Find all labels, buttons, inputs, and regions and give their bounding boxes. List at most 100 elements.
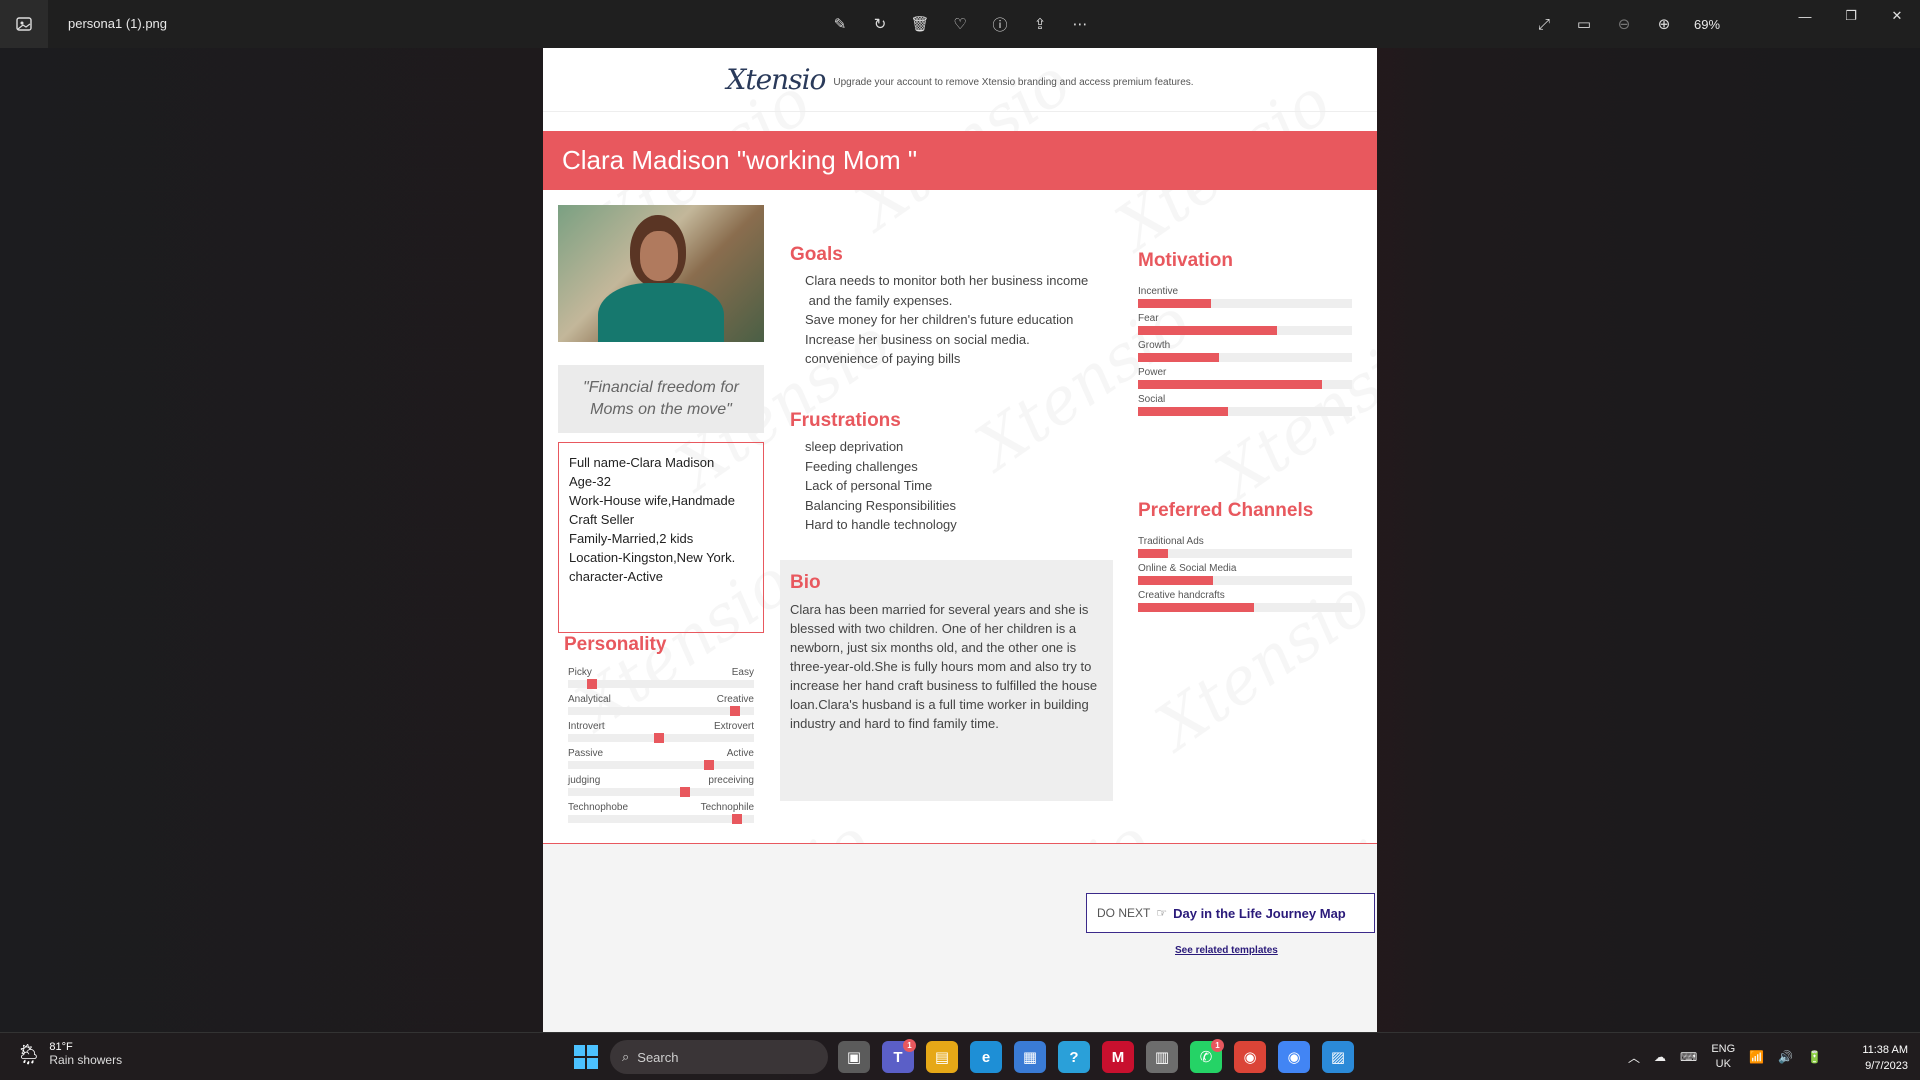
- frustration-item: sleep deprivation: [805, 439, 904, 454]
- bar-fill: [1138, 576, 1213, 585]
- motivation-bar: Incentive: [1138, 286, 1352, 313]
- persona-photo: [558, 205, 764, 342]
- xtensio-logo: Xtensio: [726, 63, 826, 96]
- store-icon[interactable]: ▦: [1014, 1041, 1046, 1073]
- battery-icon[interactable]: 🔋: [1807, 1050, 1822, 1064]
- taskbar-search[interactable]: ⌕ Search: [610, 1040, 828, 1074]
- goal-item: Increase her business on social media.: [805, 331, 1030, 347]
- zoom-in-icon[interactable]: ⊕: [1650, 10, 1678, 38]
- info-line: Age-32: [569, 474, 611, 489]
- photos-icon[interactable]: ▨: [1322, 1041, 1354, 1073]
- weather-condition: Rain showers: [49, 1053, 123, 1067]
- pointing-hand-icon: ☞: [1156, 906, 1168, 920]
- lang-code: ENG: [1711, 1043, 1736, 1055]
- title-bar: persona1 (1).png ✎ ↻ 🗑 ♡ ⓘ ⇪ ⋯ ⤢ ▭ ⊖ ⊕ 6…: [0, 0, 1920, 48]
- weather-icon: 🌦: [16, 1043, 42, 1066]
- motivation-bars: Incentive Fear Growth Power Social: [1138, 286, 1352, 421]
- language-indicator[interactable]: ENG UK: [1711, 1042, 1735, 1072]
- info-line: Location-Kingston,New York.: [569, 550, 736, 565]
- weather-widget[interactable]: 🌦 81°F Rain showers: [16, 1041, 122, 1067]
- do-next-button[interactable]: DO NEXT ☞ Day in the Life Journey Map: [1086, 893, 1375, 933]
- personality-slider: judging preceiving: [568, 775, 754, 802]
- goal-item: Clara needs to monitor both her business…: [805, 273, 1089, 288]
- keyboard-icon[interactable]: ⌨: [1680, 1050, 1697, 1064]
- bar-label: Power: [1138, 367, 1167, 378]
- goal-item: convenience of paying bills: [805, 351, 961, 366]
- info-icon[interactable]: ⓘ: [986, 10, 1014, 38]
- goal-item: and the family expenses.: [805, 292, 953, 308]
- file-explorer-icon[interactable]: ▤: [926, 1041, 958, 1073]
- notification-badge: 1: [1211, 1039, 1224, 1052]
- personality-slider: Analytical Creative: [568, 694, 754, 721]
- clock[interactable]: 11:38 AM 9/7/2023: [1862, 1042, 1908, 1074]
- chevron-up-icon[interactable]: ︿: [1628, 1049, 1640, 1066]
- persona-info: Full name-Clara Madison Age-32 Work-Hous…: [558, 442, 764, 633]
- slider-knob: [704, 760, 715, 770]
- slider-knob: [587, 679, 598, 689]
- related-templates-link[interactable]: See related templates: [1175, 945, 1278, 956]
- favorite-icon[interactable]: ♡: [946, 10, 974, 38]
- share-icon[interactable]: ⇪: [1026, 10, 1054, 38]
- files-icon[interactable]: ▥: [1146, 1041, 1178, 1073]
- channels-title: Preferred Channels: [1138, 500, 1314, 521]
- task-view-icon[interactable]: ▣: [838, 1041, 870, 1073]
- actual-size-icon[interactable]: ▭: [1570, 10, 1598, 38]
- personality-slider: Picky Easy: [568, 667, 754, 694]
- windows-icon: [574, 1045, 598, 1069]
- bar-label: Creative handcrafts: [1138, 590, 1225, 601]
- edge-icon[interactable]: e: [970, 1041, 1002, 1073]
- volume-icon[interactable]: 🔊: [1778, 1050, 1793, 1064]
- goal-item: Save money for her children's future edu…: [805, 312, 1074, 327]
- bar-track: [1138, 299, 1352, 308]
- frustration-item: Balancing Responsibilities: [805, 497, 957, 513]
- frustration-item: Feeding challenges: [805, 458, 918, 474]
- onedrive-icon[interactable]: ☁: [1654, 1050, 1666, 1064]
- rotate-icon[interactable]: ↻: [866, 10, 894, 38]
- persona-document: Xtensio Xtensio Xtensio Xtensio Xtensio …: [543, 48, 1377, 1032]
- close-icon[interactable]: ✕: [1874, 0, 1920, 32]
- persona-quote: "Financial freedom for Moms on the move": [558, 365, 764, 433]
- bar-label: Growth: [1138, 340, 1171, 351]
- slider-knob: [654, 733, 665, 743]
- chrome-profile-icon[interactable]: ◉: [1278, 1041, 1310, 1073]
- whatsapp-icon[interactable]: ✆ 1: [1190, 1039, 1224, 1073]
- slider-left-label: Analytical: [568, 694, 611, 705]
- system-tray: ︿ ☁ ⌨ ENG UK 📶 🔊 🔋: [1628, 1033, 1822, 1080]
- bar-label: Online & Social Media: [1138, 563, 1237, 574]
- bar-track: [1138, 353, 1352, 362]
- slider-right-label: preceiving: [708, 775, 754, 786]
- delete-icon[interactable]: 🗑: [906, 10, 934, 38]
- help-icon[interactable]: ?: [1058, 1041, 1090, 1073]
- bar-track: [1138, 603, 1352, 612]
- edit-icon[interactable]: ✎: [826, 10, 854, 38]
- slider-right-label: Easy: [731, 667, 754, 678]
- bar-fill: [1138, 299, 1211, 308]
- motivation-title: Motivation: [1138, 250, 1233, 271]
- teams-icon[interactable]: T1: [882, 1039, 916, 1073]
- start-button[interactable]: [572, 1043, 600, 1071]
- chrome-icon[interactable]: ◉: [1234, 1041, 1266, 1073]
- slider-track: [568, 815, 754, 823]
- bar-label: Incentive: [1138, 286, 1179, 297]
- toolbar-tools: ✎ ↻ 🗑 ♡ ⓘ ⇪ ⋯: [826, 10, 1094, 38]
- restore-icon[interactable]: ❐: [1828, 0, 1874, 32]
- weather-temp: 81°F: [49, 1041, 73, 1053]
- bar-fill: [1138, 326, 1278, 335]
- personality-sliders: Picky Easy Analytical Creative Introvert Extr…: [568, 667, 754, 829]
- slider-track: [568, 761, 754, 769]
- minimize-icon[interactable]: —: [1782, 0, 1828, 32]
- slider-left-label: Passive: [568, 748, 604, 759]
- persona-header: Clara Madison "working Mom ": [543, 131, 1377, 190]
- bio-section: Bio Clara has been married for several y…: [780, 560, 1113, 801]
- wifi-icon[interactable]: 📶: [1749, 1050, 1764, 1064]
- zoom-out-icon[interactable]: ⊖: [1610, 10, 1638, 38]
- bar-label: Traditional Ads: [1138, 536, 1204, 547]
- slider-left-label: judging: [568, 775, 601, 786]
- persona-title: Clara Madison "working Mom ": [562, 145, 918, 175]
- bar-track: [1138, 576, 1352, 585]
- more-icon[interactable]: ⋯: [1066, 10, 1094, 38]
- mcafee-icon[interactable]: M: [1102, 1041, 1134, 1073]
- doc-footer: [543, 844, 1377, 1032]
- fullscreen-icon[interactable]: ⤢: [1530, 10, 1558, 38]
- brand-bar: Xtensio Upgrade your account to remove X…: [543, 48, 1377, 112]
